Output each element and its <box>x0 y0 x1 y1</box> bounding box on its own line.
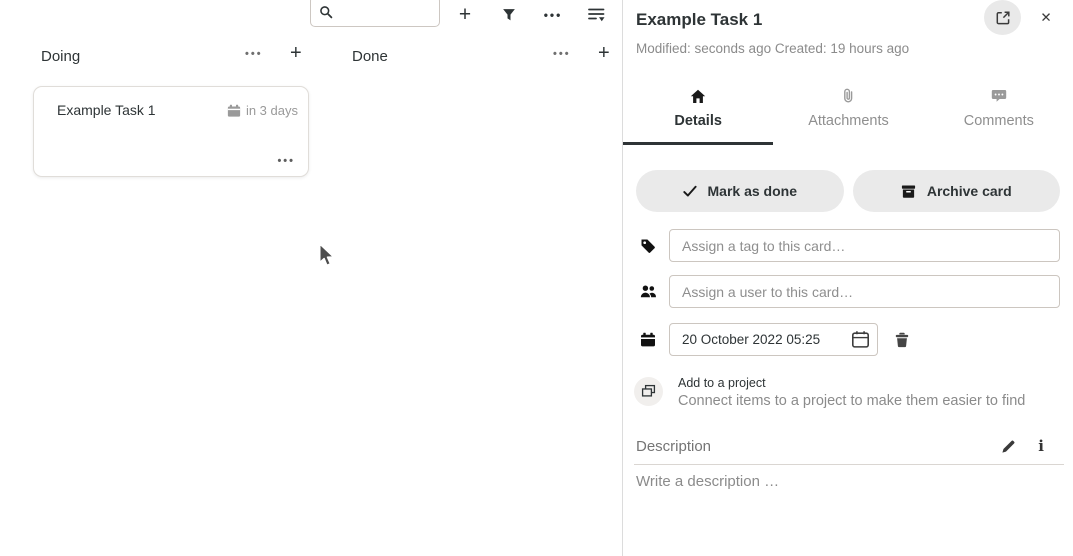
projects-icon <box>634 377 663 406</box>
due-date-field[interactable]: 20 October 2022 05:25 <box>669 323 878 356</box>
mouse-cursor <box>318 243 336 272</box>
tab-details-label: Details <box>674 113 722 129</box>
tab-comments[interactable]: Comments <box>924 80 1073 145</box>
paperclip-icon <box>841 88 855 104</box>
card-menu-button[interactable]: ••• <box>277 155 295 167</box>
panel-modified-created: Modified: seconds ago Created: 19 hours … <box>636 41 909 56</box>
card-title: Example Task 1 <box>57 102 156 118</box>
close-icon[interactable]: ✕ <box>1034 6 1058 30</box>
mark-as-done-label: Mark as done <box>708 183 797 199</box>
description-header: Description i <box>634 437 1064 465</box>
column-title-doing: Doing <box>41 48 80 65</box>
column-done-menu-button[interactable]: ••• <box>553 48 571 60</box>
sort-icon[interactable] <box>583 1 609 28</box>
assign-tag-row <box>636 229 1060 262</box>
description-label: Description <box>636 438 1001 455</box>
card-details-panel: Example Task 1 Modified: seconds ago Cre… <box>622 0 1073 556</box>
edit-description-button[interactable] <box>1001 439 1016 454</box>
archive-icon <box>901 184 916 199</box>
search-input[interactable] <box>338 3 428 20</box>
board-menu-button[interactable]: ••• <box>540 1 566 28</box>
add-to-project-subtitle: Connect items to a project to make them … <box>678 393 1025 409</box>
add-to-project-title: Add to a project <box>678 372 1025 390</box>
column-done-add-button[interactable]: + <box>598 42 610 65</box>
search-icon <box>319 5 333 19</box>
column-title-done: Done <box>352 48 388 65</box>
calendar-icon <box>636 332 669 348</box>
open-external-button[interactable] <box>984 0 1021 35</box>
assign-tag-input[interactable] <box>669 229 1060 262</box>
card-actions: Mark as done Archive card <box>636 170 1060 212</box>
calendar-icon <box>227 104 241 118</box>
tab-attachments-label: Attachments <box>808 113 889 129</box>
due-date-value: 20 October 2022 05:25 <box>682 332 845 347</box>
task-card[interactable]: Example Task 1 in 3 days ••• <box>33 86 309 177</box>
mark-as-done-button[interactable]: Mark as done <box>636 170 844 212</box>
tab-details[interactable]: Details <box>623 80 773 145</box>
panel-title: Example Task 1 <box>636 10 762 30</box>
home-icon <box>690 88 706 104</box>
filter-icon[interactable] <box>497 1 521 28</box>
assign-user-row <box>636 275 1060 308</box>
card-due-label: in 3 days <box>246 103 298 118</box>
panel-tabs: Details Attachments Comments <box>623 80 1073 145</box>
tab-comments-label: Comments <box>964 113 1034 129</box>
assign-user-input[interactable] <box>669 275 1060 308</box>
tab-attachments[interactable]: Attachments <box>773 80 923 145</box>
column-doing-add-button[interactable]: + <box>290 42 302 65</box>
archive-card-button[interactable]: Archive card <box>853 170 1061 212</box>
due-date-row: 20 October 2022 05:25 <box>636 323 1060 356</box>
tag-icon <box>636 238 669 254</box>
archive-card-label: Archive card <box>927 183 1012 199</box>
description-info-button[interactable]: i <box>1038 437 1044 455</box>
add-card-toolbar-button[interactable]: + <box>453 1 477 28</box>
external-link-icon <box>995 10 1011 26</box>
check-icon <box>683 185 697 198</box>
users-icon <box>636 284 669 299</box>
description-placeholder[interactable]: Write a description … <box>636 473 779 490</box>
comment-icon <box>991 88 1007 104</box>
pencil-icon <box>1001 439 1016 454</box>
remove-due-date-button[interactable] <box>894 332 910 348</box>
search-box[interactable] <box>310 0 440 27</box>
date-picker-button[interactable] <box>851 330 870 349</box>
card-due-date: in 3 days <box>227 103 298 118</box>
column-doing-menu-button[interactable]: ••• <box>245 48 263 60</box>
add-to-project-row[interactable]: Add to a project Connect items to a proj… <box>634 372 1062 409</box>
